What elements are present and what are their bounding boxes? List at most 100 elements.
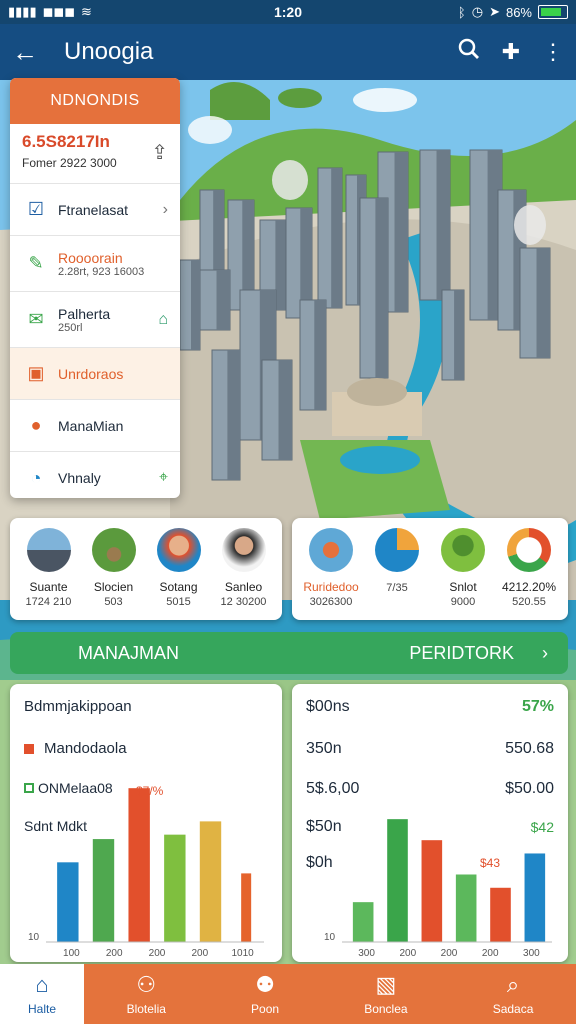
sidebar-item-label: Roooorain [58,249,123,266]
chart-bar [352,902,374,942]
building-icon: ⌂ [158,310,168,328]
app-bar: ← Unoogia ✚ ⋮ [0,24,576,80]
section-bar[interactable]: MANAJMAN PERIDTORK › [10,632,568,674]
location-pin-icon: ⌖ [158,469,168,486]
battery-percent: 86% [505,4,532,20]
nav-people[interactable]: ⚉ Poon [251,964,279,1024]
back-arrow-icon[interactable]: ← [12,37,52,68]
more-vert-icon[interactable]: ⋮ [542,39,564,65]
bluetooth-icon: ᛒ [457,4,466,20]
metric-label: Sotang [159,580,198,594]
metric-item[interactable]: Suante 1724 210 [17,528,81,620]
side-panel-header: NDNONDIS [10,78,180,124]
nav-search[interactable]: ⌕ Sadaca [493,964,534,1024]
metric-value: 520.55 [512,596,546,608]
metric-value: 7/35 [386,582,408,594]
status-bar: ▮▮▮▮ ◼◼◼ ≋ 1:20 ᛒ ◷ ➤ 86% [0,0,576,24]
nav-label: Poon [251,1002,280,1016]
sidebar-item-2[interactable]: ✎ Roooorain 2.28rt, 923 16003 [10,236,180,292]
heart-icon: ● [30,415,42,435]
chart-bar [164,834,186,942]
home-icon: ⌂ [35,972,49,997]
y-tick-label: 10 [28,932,40,943]
person-avatar [156,528,201,572]
sidebar-item-label: ManaMian [58,417,124,434]
metric-value: 12 30200 [220,596,267,608]
sidebar-item-4[interactable]: ▣ Unrdoraos [10,348,180,400]
person-icon: ⚇ [136,972,157,997]
alarm-icon: ◷ [471,4,484,19]
legend-label: Sdnt Mdkt [24,818,88,834]
chart-bar [92,839,115,942]
row-value: 550.68 [505,740,554,757]
sidebar-item-label: Vhnaly [58,470,101,486]
sidebar-item-5[interactable]: ● ManaMian [10,400,180,452]
chart-card-left: 10 100 200 200 200 1010 Bdmmjakippoan Mandoda… [10,684,282,962]
nav-image[interactable]: ▧ Bonclea [364,964,407,1024]
metric-value: 503 [104,596,123,608]
sidebar-item-3[interactable]: ✉ Palherta 250rl ⌂ [10,292,180,348]
chart-bar [490,887,511,942]
metric-label: Slocien [93,580,134,594]
chart-bar [387,819,408,942]
metric-label: Suante [29,580,68,594]
sidebar-item-6[interactable]: ◔ Vhnaly ⌖ [10,452,180,498]
sidebar-item-1[interactable]: ☑ Ftranelasat › [10,184,180,236]
metric-item[interactable]: Slocien 503 [82,528,146,620]
park-thumbnail [91,528,136,572]
stat-row: $50n $42 [306,818,554,836]
status-right: ᛒ ◷ ➤ 86% [458,4,568,20]
row-value: $50.00 [505,780,554,797]
metric-item[interactable]: Sanleo 12 30200 [212,528,276,620]
chart-card-right: 10 300 200 200 200 300 $00ns 57% 350n 550.68 … [292,684,568,962]
chart-bar [199,821,222,942]
y-tick-label: 10 [324,932,336,943]
wifi-icon: ≋ [81,4,92,19]
metric-item[interactable]: Ruridedoo 3026300 [299,528,363,620]
metric-label: Sanleo [224,580,263,594]
nav-profile[interactable]: ⚇ Blotelia [127,964,166,1024]
legend-label: Mandodaola [44,740,127,757]
metric-value: 5015 [166,596,191,608]
section-left-label: MANAJMAN [78,642,180,663]
chevron-right-icon: › [162,200,168,218]
legend-label: ONMelaa08 [38,780,113,796]
metric-value: 3026300 [309,596,353,608]
pie-chart-icon [375,528,419,572]
nav-home[interactable]: ⌂ Halte [0,964,84,1024]
metric-item[interactable]: Snlot 9000 [431,528,495,620]
chevron-right-icon[interactable]: › [542,643,548,664]
stat-row: 5$.6,00 $50.00 [306,780,554,798]
side-panel-stat[interactable]: 6.5S8217In Fomer 2922 3000 ⇪ [10,124,180,184]
status-left: ▮▮▮▮ ◼◼◼ ≋ [8,4,92,20]
signal-icon: ▮▮▮▮ [8,4,37,19]
row-value: $43 [479,856,500,870]
notification-icons: ◼◼◼ [42,4,75,19]
tree-icon [441,528,485,572]
sidebar-item-label: Ftranelasat [58,201,129,218]
chart-title-text: $00ns [306,698,350,715]
nav-label: Sadaca [492,1002,534,1016]
search-person-icon: ⌕ [506,972,520,997]
mail-icon: ✉ [28,309,44,329]
puzzle-icon[interactable]: ✚ [502,39,520,65]
metric-label: Ruridedoo [303,580,359,594]
metric-label: Snlot [449,580,477,594]
metric-item[interactable]: 4212.20% 520.55 [497,528,561,620]
x-tick-label: 200 [106,948,123,959]
x-tick-label: 200 [441,948,458,959]
row-label: $0h [306,854,333,871]
section-right-label: PERIDTORK [409,642,514,663]
metric-item[interactable]: 7/35 [365,528,429,620]
road-thumbnail [26,528,71,572]
metrics-card-left: Suante 1724 210 Slocien 503 Sotang 5015 … [10,518,282,620]
chart-title-text: Bdmmjakippoan [24,698,132,715]
search-icon[interactable] [458,38,480,66]
stat-row: 350n 550.68 [306,740,554,758]
share-icon[interactable]: ⇪ [151,140,168,165]
chart-title: $00ns 57% [306,698,554,716]
chart-title: Bdmmjakippoan [24,698,268,715]
chart-bar [57,862,79,942]
x-tick-label: 200 [149,948,166,959]
metric-item[interactable]: Sotang 5015 [147,528,211,620]
